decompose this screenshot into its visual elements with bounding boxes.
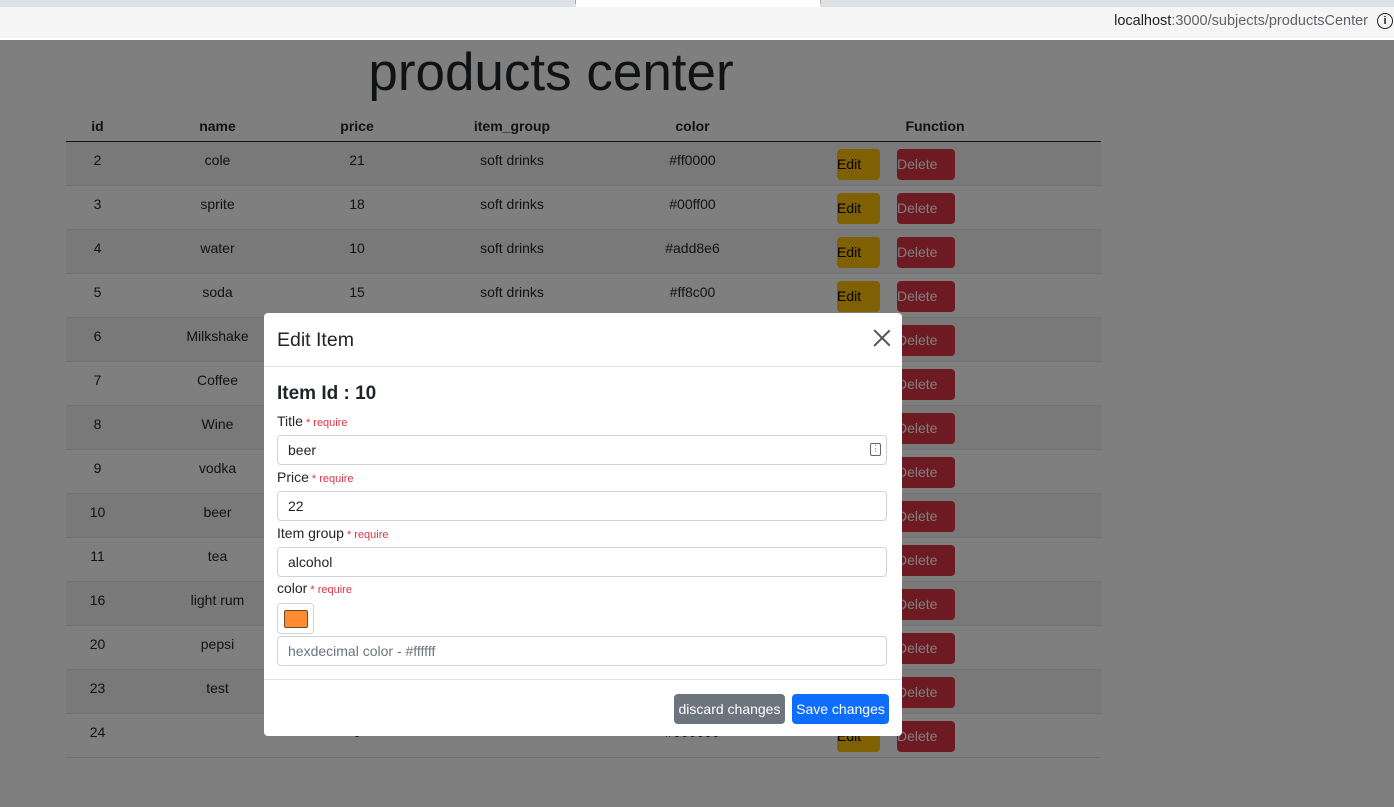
price-label: Price * require (277, 469, 354, 485)
info-icon[interactable]: i (1377, 13, 1393, 29)
required-marker: * require (305, 417, 348, 429)
modal-footer: discard changes Save changes (264, 680, 902, 737)
item-group-label: Item group * require (277, 525, 389, 541)
required-marker: * require (310, 584, 352, 596)
modal-header: Edit Item (264, 313, 902, 367)
save-changes-button[interactable]: Save changes (792, 694, 889, 724)
hex-color-input[interactable] (277, 636, 887, 666)
autofill-key-icon[interactable]: ⋮ (870, 443, 881, 456)
tab-separator (820, 0, 821, 4)
item-group-input[interactable] (277, 547, 887, 577)
browser-tab-strip (0, 0, 1394, 7)
title-label: Title * require (277, 413, 348, 429)
color-swatch (284, 610, 308, 628)
color-label: color * require (277, 580, 352, 596)
title-input[interactable] (277, 435, 887, 465)
modal-body: Item Id : 10 Title* require ⋮ Price* req… (264, 367, 902, 680)
item-id-heading: Item Id : 10 (277, 383, 377, 404)
active-browser-tab[interactable] (576, 0, 820, 7)
required-marker: * require (346, 529, 389, 541)
close-icon[interactable] (873, 329, 891, 347)
edit-item-modal: Edit Item Item Id : 10 Title* require ⋮ … (264, 313, 902, 736)
price-input[interactable] (277, 491, 887, 521)
color-picker[interactable] (277, 603, 314, 634)
address-bar[interactable]: localhost:3000/subjects/productsCenter i (0, 7, 1394, 38)
modal-title: Edit Item (277, 329, 354, 351)
discard-changes-button[interactable]: discard changes (674, 694, 785, 724)
url-text[interactable]: localhost:3000/subjects/productsCenter (1114, 13, 1368, 29)
required-marker: * require (311, 473, 354, 485)
